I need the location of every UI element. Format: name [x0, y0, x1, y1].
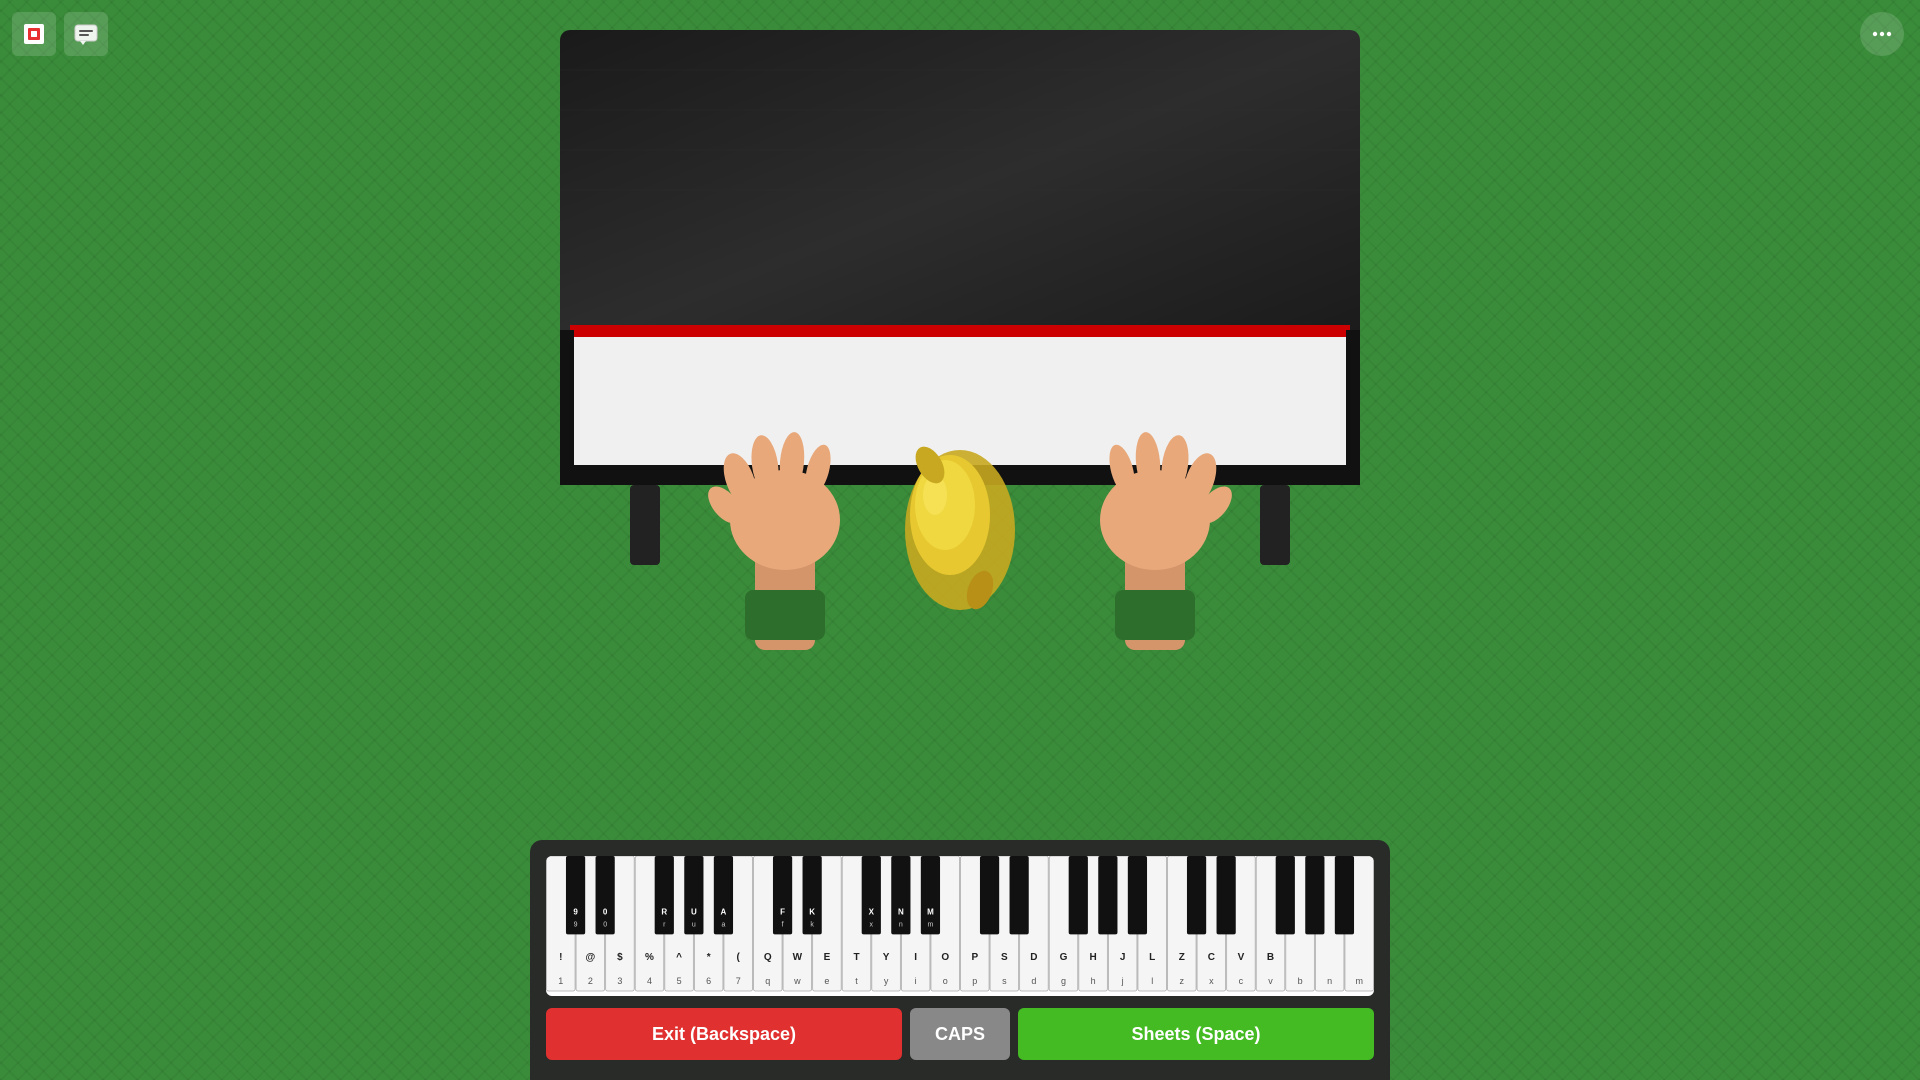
svg-text:9: 9	[573, 907, 578, 916]
svg-text:6: 6	[706, 976, 711, 986]
svg-text:!: !	[559, 952, 562, 963]
svg-text:Y: Y	[883, 952, 890, 963]
svg-text:i: i	[915, 976, 917, 986]
svg-text:0: 0	[603, 921, 607, 928]
svg-text:5: 5	[677, 976, 682, 986]
svg-text:Q: Q	[764, 952, 772, 963]
svg-text:1: 1	[558, 976, 563, 986]
svg-text:k: k	[810, 921, 814, 928]
svg-text:R: R	[661, 907, 667, 916]
chat-icon[interactable]	[64, 12, 108, 56]
top-right-menu[interactable]	[1860, 12, 1904, 56]
svg-text:H: H	[1089, 952, 1096, 963]
bottom-buttons: Exit (Backspace) CAPS Sheets (Space)	[546, 1008, 1374, 1060]
mini-keyboard: !1@2$3%4^5*6(7QqWwEeTtYyIiOoPpSsDdGgHhJj…	[546, 856, 1374, 996]
hands-overlay	[610, 370, 1310, 670]
svg-text:w: w	[793, 976, 801, 986]
svg-text:2: 2	[588, 976, 593, 986]
svg-text:O: O	[941, 952, 949, 963]
svg-text:3: 3	[617, 976, 622, 986]
svg-text:b: b	[1298, 976, 1303, 986]
svg-text:7: 7	[736, 976, 741, 986]
svg-text:S: S	[1001, 952, 1008, 963]
caps-button[interactable]: CAPS	[910, 1008, 1010, 1060]
svg-text:M: M	[927, 907, 934, 916]
bottom-panel: !1@2$3%4^5*6(7QqWwEeTtYyIiOoPpSsDdGgHhJj…	[530, 840, 1390, 1080]
svg-text:I: I	[914, 952, 917, 963]
svg-text:*: *	[707, 952, 711, 963]
menu-button[interactable]	[1860, 12, 1904, 56]
svg-text:P: P	[971, 952, 978, 963]
svg-text:f: f	[782, 921, 784, 928]
svg-text:T: T	[853, 952, 859, 963]
svg-text:a: a	[721, 921, 725, 928]
svg-text:p: p	[972, 976, 977, 986]
svg-text:V: V	[1238, 952, 1245, 963]
svg-text:g: g	[1061, 976, 1066, 986]
svg-text:^: ^	[676, 952, 682, 963]
svg-text:K: K	[809, 907, 815, 916]
svg-text:q: q	[765, 976, 770, 986]
svg-text:x: x	[1209, 976, 1214, 986]
svg-text:s: s	[1002, 976, 1007, 986]
svg-text:D: D	[1030, 952, 1037, 963]
svg-text:v: v	[1268, 976, 1273, 986]
svg-text:m: m	[1355, 976, 1363, 986]
svg-text:m: m	[928, 921, 934, 928]
svg-text:c: c	[1239, 976, 1244, 986]
svg-text:u: u	[692, 921, 696, 928]
svg-text:A: A	[721, 907, 727, 916]
svg-text:x: x	[870, 921, 874, 928]
svg-text:e: e	[824, 976, 829, 986]
svg-text:n: n	[899, 921, 903, 928]
svg-text:G: G	[1060, 952, 1068, 963]
svg-text:B: B	[1267, 952, 1274, 963]
svg-text:h: h	[1091, 976, 1096, 986]
svg-text:U: U	[691, 907, 697, 916]
svg-text:$: $	[617, 952, 623, 963]
svg-text:C: C	[1208, 952, 1215, 963]
svg-text:X: X	[869, 907, 875, 916]
exit-button[interactable]: Exit (Backspace)	[546, 1008, 902, 1060]
svg-text:F: F	[780, 907, 785, 916]
svg-text:l: l	[1151, 976, 1153, 986]
svg-text:J: J	[1120, 952, 1126, 963]
svg-text:4: 4	[647, 976, 652, 986]
svg-text:d: d	[1031, 976, 1036, 986]
svg-text:N: N	[898, 907, 904, 916]
svg-text:L: L	[1149, 952, 1155, 963]
svg-text:%: %	[645, 952, 654, 963]
roblox-logo-icon[interactable]	[12, 12, 56, 56]
top-left-icons	[12, 12, 108, 56]
svg-text:0: 0	[603, 907, 608, 916]
sheets-button[interactable]: Sheets (Space)	[1018, 1008, 1374, 1060]
svg-text:Z: Z	[1179, 952, 1185, 963]
svg-text:j: j	[1121, 976, 1124, 986]
svg-text:y: y	[884, 976, 889, 986]
svg-text:o: o	[943, 976, 948, 986]
svg-text:z: z	[1180, 976, 1185, 986]
svg-text:@: @	[585, 952, 595, 963]
svg-text:W: W	[793, 952, 803, 963]
svg-text:E: E	[824, 952, 831, 963]
svg-text:9: 9	[574, 921, 578, 928]
svg-text:n: n	[1327, 976, 1332, 986]
